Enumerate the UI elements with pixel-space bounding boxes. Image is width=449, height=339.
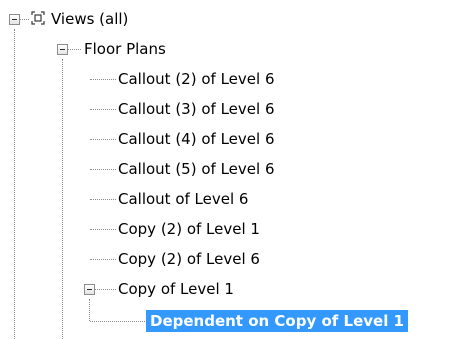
tree-connector — [90, 109, 116, 110]
collapse-toggle-copy-level-1[interactable] — [84, 284, 95, 295]
tree-node-view[interactable]: Callout (3) of Level 6 — [116, 98, 276, 120]
tree-connector — [90, 139, 116, 140]
tree-node-dependent-selected[interactable]: Dependent on Copy of Level 1 — [146, 310, 408, 332]
tree-node-view[interactable]: Callout of Level 6 — [116, 188, 250, 210]
tree-node-view[interactable]: Copy (2) of Level 1 — [116, 218, 262, 240]
tree-connector — [90, 199, 116, 200]
tree-node-view[interactable]: Callout (4) of Level 6 — [116, 128, 276, 150]
tree-node-floor-plans[interactable]: Floor Plans — [82, 38, 168, 60]
tree-node-view[interactable]: Copy of Level 1 — [116, 278, 236, 300]
tree-connector — [90, 321, 145, 322]
collapse-toggle-floor-plans[interactable] — [57, 44, 68, 55]
project-browser-tree: Views (all) Floor Plans Callout (2) of L… — [0, 0, 449, 339]
tree-connector-root — [14, 29, 15, 339]
tree-connector — [90, 229, 116, 230]
tree-connector — [95, 289, 116, 290]
collapse-toggle-views[interactable] — [9, 14, 20, 25]
tree-node-view[interactable]: Callout (2) of Level 6 — [116, 68, 276, 90]
views-icon — [31, 11, 45, 25]
tree-connector — [90, 79, 116, 80]
tree-connector — [90, 259, 116, 260]
tree-connector — [19, 19, 29, 20]
tree-connector — [90, 169, 116, 170]
tree-connector-floor-plans — [62, 59, 63, 339]
tree-node-view[interactable]: Copy (2) of Level 6 — [116, 248, 262, 270]
tree-node-view[interactable]: Callout (5) of Level 6 — [116, 158, 276, 180]
tree-connector — [67, 49, 81, 50]
tree-connector-copy-level-1 — [89, 299, 90, 321]
tree-node-views-all[interactable]: Views (all) — [49, 8, 130, 30]
